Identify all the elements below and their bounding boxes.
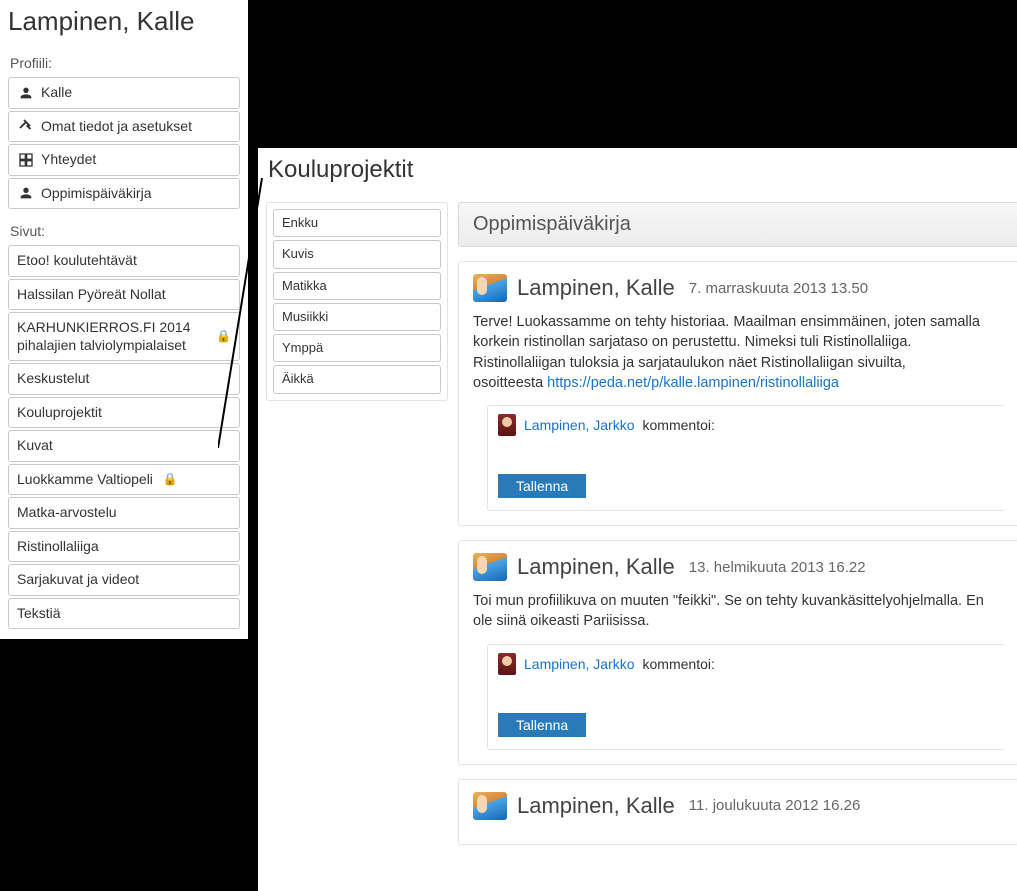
subnav-item[interactable]: Kuvis: [273, 240, 441, 268]
comment-header: Lampinen, Jarkko kommentoi:: [498, 414, 994, 436]
nav-label: Yhteydet: [41, 151, 96, 169]
nav-label: Kuvis: [282, 246, 314, 262]
profile-panel: Lampinen, Kalle Profiili: Kalle Omat tie…: [0, 0, 248, 639]
nav-label: Oppimispäiväkirja: [41, 185, 151, 203]
lock-icon: 🔒: [163, 472, 178, 487]
page-item[interactable]: Etoo! koulutehtävät: [8, 245, 240, 277]
profile-nav: Kalle Omat tiedot ja asetukset Yhteydet …: [8, 77, 240, 209]
content-title: Oppimispäiväkirja: [473, 213, 1004, 236]
avatar: [473, 792, 507, 820]
comment-box: Lampinen, Jarkko kommentoi: Tallenna: [487, 644, 1004, 750]
nav-label: Tekstiä: [17, 605, 61, 623]
commented-label: kommentoi:: [643, 656, 715, 672]
post-date: 11. joulukuuta 2012 16.26: [689, 797, 861, 814]
profile-title: Lampinen, Kalle: [8, 6, 240, 37]
pages-section-label: Sivut:: [10, 223, 240, 239]
post: Lampinen, Kalle 13. helmikuuta 2013 16.22…: [458, 540, 1017, 765]
user-icon: [17, 185, 35, 201]
commenter-link[interactable]: Lampinen, Jarkko: [524, 417, 635, 433]
subnav-item[interactable]: Matikka: [273, 272, 441, 300]
nav-label: Matikka: [282, 278, 327, 294]
subnav-item[interactable]: Enkku: [273, 209, 441, 237]
post-header: Lampinen, Kalle 13. helmikuuta 2013 16.22: [473, 553, 1004, 581]
page-item[interactable]: KARHUNKIERROS.FI 2014 pihalajien talviol…: [8, 312, 240, 361]
detail-panel: Kouluprojektit Enkku Kuvis Matikka Musiikki…: [258, 148, 1017, 891]
detail-title: Kouluprojektit: [268, 156, 1017, 184]
settings-icon: [17, 118, 35, 134]
page-item[interactable]: Sarjakuvat ja videot: [8, 564, 240, 596]
comment-header: Lampinen, Jarkko kommentoi:: [498, 653, 994, 675]
nav-label: Kalle: [41, 84, 72, 102]
page-item[interactable]: Tekstiä: [8, 598, 240, 630]
nav-label: Etoo! koulutehtävät: [17, 252, 137, 270]
sub-nav: Enkku Kuvis Matikka Musiikki Ymppä Äikkä: [266, 202, 448, 401]
page-item[interactable]: Halssilan Pyöreät Nollat: [8, 279, 240, 311]
profile-section-label: Profiili:: [10, 55, 240, 71]
page-item[interactable]: Matka-arvostelu: [8, 497, 240, 529]
nav-label: Sarjakuvat ja videot: [17, 571, 139, 589]
save-button[interactable]: Tallenna: [498, 474, 586, 498]
page-item[interactable]: Keskustelut: [8, 363, 240, 395]
post-author[interactable]: Lampinen, Kalle: [517, 554, 675, 580]
content-column: Oppimispäiväkirja Lampinen, Kalle 7. marr…: [458, 202, 1017, 859]
nav-label: Halssilan Pyöreät Nollat: [17, 286, 166, 304]
lock-icon: 🔒: [216, 329, 231, 344]
avatar: [498, 414, 516, 436]
profile-item-connections[interactable]: Yhteydet: [8, 144, 240, 176]
pages-nav: Etoo! koulutehtävät Halssilan Pyöreät Nol…: [8, 245, 240, 629]
post-body: Terve! Luokassamme on tehty historiaa. M…: [473, 312, 1004, 393]
post: Lampinen, Kalle 7. marraskuuta 2013 13.50…: [458, 261, 1017, 526]
nav-label: Musiikki: [282, 309, 328, 325]
post-date: 7. marraskuuta 2013 13.50: [689, 280, 868, 297]
post-header: Lampinen, Kalle 11. joulukuuta 2012 16.26: [473, 792, 1004, 820]
nav-label: KARHUNKIERROS.FI 2014 pihalajien talviol…: [17, 319, 206, 354]
post-header: Lampinen, Kalle 7. marraskuuta 2013 13.50: [473, 274, 1004, 302]
grid-icon: [17, 152, 35, 168]
page-item[interactable]: Kouluprojektit: [8, 397, 240, 429]
commenter-link[interactable]: Lampinen, Jarkko: [524, 656, 635, 672]
nav-label: Luokkamme Valtiopeli: [17, 471, 153, 489]
page-item[interactable]: Ristinollaliiga: [8, 531, 240, 563]
nav-label: Kouluprojektit: [17, 404, 102, 422]
post-body: Toi mun profiilikuva on muuten "feikki".…: [473, 591, 1004, 632]
nav-label: Ristinollaliiga: [17, 538, 99, 556]
nav-label: Matka-arvostelu: [17, 504, 117, 522]
content-header: Oppimispäiväkirja: [458, 202, 1017, 247]
profile-item-kalle[interactable]: Kalle: [8, 77, 240, 109]
nav-label: Omat tiedot ja asetukset: [41, 118, 192, 136]
post-author[interactable]: Lampinen, Kalle: [517, 275, 675, 301]
subnav-item[interactable]: Äikkä: [273, 365, 441, 393]
page-item[interactable]: Kuvat: [8, 430, 240, 462]
post-link[interactable]: https://peda.net/p/kalle.lampinen/ristin…: [547, 375, 839, 391]
subnav-item[interactable]: Ymppä: [273, 334, 441, 362]
page-item[interactable]: Luokkamme Valtiopeli 🔒: [8, 464, 240, 496]
nav-label: Ymppä: [282, 340, 323, 356]
avatar: [498, 653, 516, 675]
nav-label: Äikkä: [282, 371, 314, 387]
commented-label: kommentoi:: [643, 417, 715, 433]
subnav-item[interactable]: Musiikki: [273, 303, 441, 331]
post: Lampinen, Kalle 11. joulukuuta 2012 16.26: [458, 779, 1017, 845]
profile-item-diary[interactable]: Oppimispäiväkirja: [8, 178, 240, 210]
post-date: 13. helmikuuta 2013 16.22: [689, 559, 866, 576]
comment-box: Lampinen, Jarkko kommentoi: Tallenna: [487, 405, 1004, 511]
avatar: [473, 553, 507, 581]
avatar: [473, 274, 507, 302]
nav-label: Enkku: [282, 215, 318, 231]
save-button[interactable]: Tallenna: [498, 713, 586, 737]
post-author[interactable]: Lampinen, Kalle: [517, 793, 675, 819]
profile-item-settings[interactable]: Omat tiedot ja asetukset: [8, 111, 240, 143]
nav-label: Kuvat: [17, 437, 53, 455]
user-icon: [17, 85, 35, 101]
nav-label: Keskustelut: [17, 370, 89, 388]
